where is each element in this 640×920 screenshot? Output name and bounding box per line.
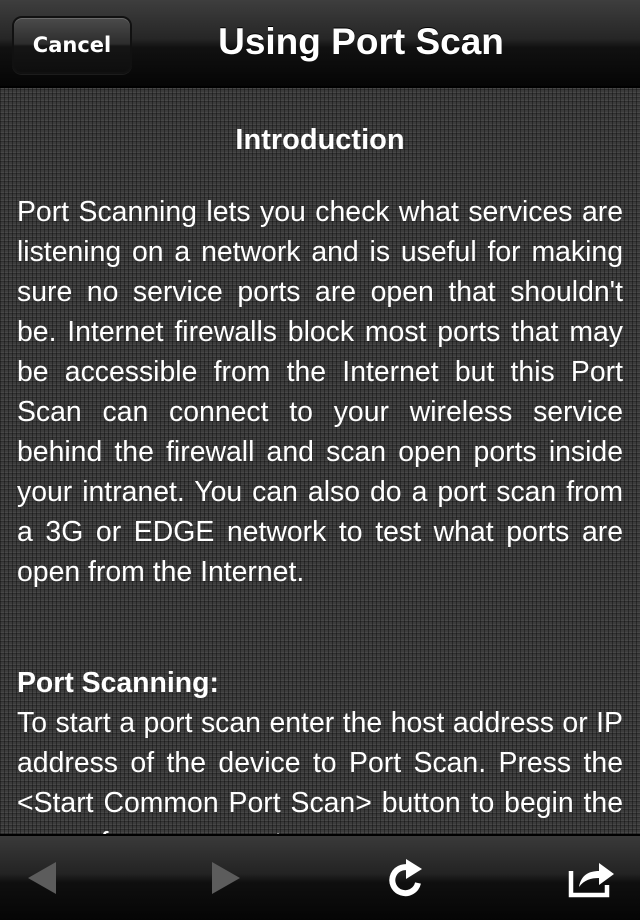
- back-button[interactable]: [2, 836, 82, 920]
- reload-icon: [389, 859, 422, 897]
- forward-button[interactable]: [186, 836, 266, 920]
- back-arrow-icon: [28, 862, 56, 894]
- section-heading: Port Scanning:: [17, 667, 219, 699]
- section-paragraph: To start a port scan enter the host addr…: [17, 707, 623, 834]
- bottom-toolbar: [0, 834, 640, 920]
- page-title: Using Port Scan: [218, 21, 504, 62]
- navigation-bar: Cancel Using Port Scan: [0, 0, 640, 88]
- forward-arrow-icon: [212, 862, 240, 894]
- intro-heading: Introduction: [235, 124, 405, 156]
- share-icon: [568, 863, 614, 898]
- intro-paragraph: Port Scanning lets you check what servic…: [17, 196, 623, 588]
- screen: Cancel Using Port Scan Introduction Port…: [0, 0, 640, 920]
- help-content[interactable]: Introduction Port Scanning lets you chec…: [0, 88, 640, 834]
- reload-button[interactable]: [366, 836, 446, 920]
- share-button[interactable]: [552, 836, 632, 920]
